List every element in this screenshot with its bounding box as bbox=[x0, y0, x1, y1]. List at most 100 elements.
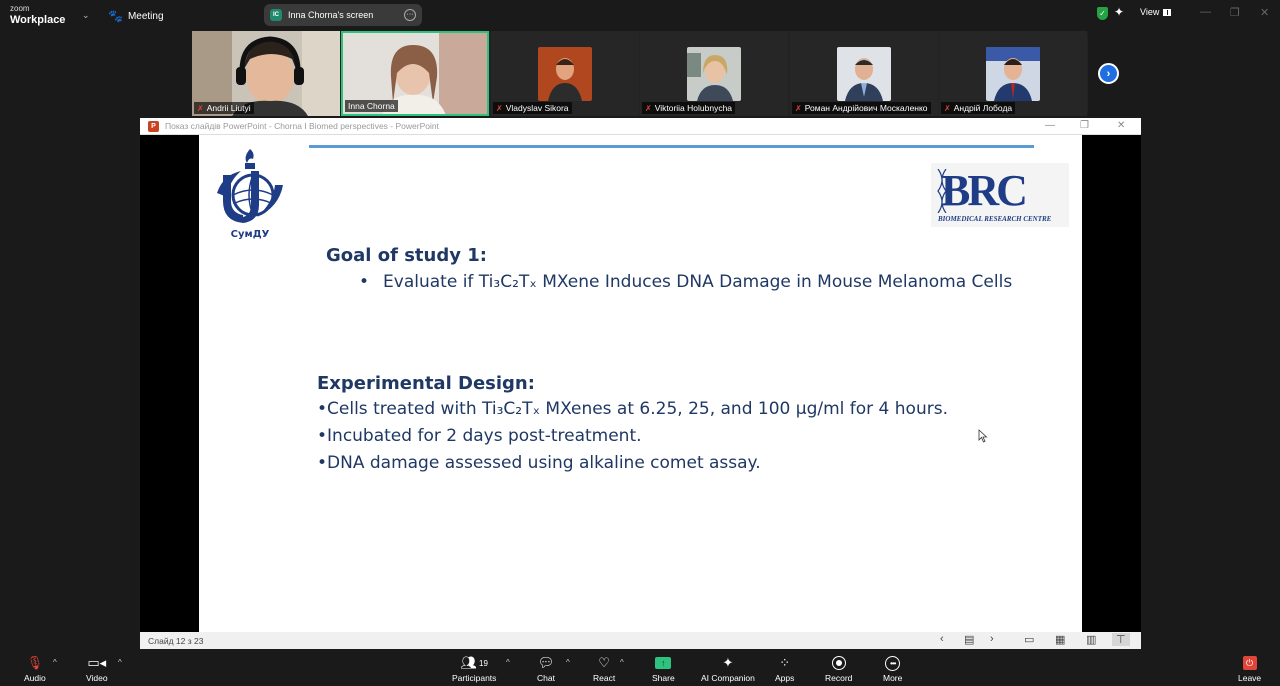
brc-subtitle: BIOMEDICAL RESEARCH CENTRE bbox=[938, 215, 1052, 223]
participant-name: Inna Chorna bbox=[345, 100, 398, 112]
design-heading: Experimental Design: bbox=[317, 373, 535, 394]
participant-tile[interactable]: ✗ Vladyslav Sikora bbox=[491, 31, 639, 116]
brc-logo-text: BRC bbox=[941, 166, 1028, 215]
participants-label: Participants bbox=[452, 673, 497, 683]
ai-companion-button[interactable]: ✦ AI Companion bbox=[701, 654, 755, 683]
slide-top-divider bbox=[309, 145, 1034, 148]
screen-share-indicator[interactable]: IC Inna Chorna's screen ··· bbox=[264, 4, 422, 26]
normal-view-icon[interactable]: ▭ bbox=[1024, 633, 1034, 646]
ppt-title-bar: P Показ слайдів PowerPoint - Chorna I Bi… bbox=[140, 118, 1141, 135]
video-camera-icon: ▭◂ bbox=[87, 655, 107, 670]
record-icon bbox=[831, 656, 846, 670]
brand-top: zoom bbox=[10, 4, 30, 13]
zoom-workplace-logo[interactable]: zoom Workplace bbox=[10, 4, 66, 26]
react-options-caret[interactable]: ^ bbox=[620, 658, 624, 667]
slideshow-view-icon[interactable]: ⊤ bbox=[1112, 633, 1130, 646]
more-options-icon[interactable]: ··· bbox=[404, 9, 416, 21]
participant-name: ✗ Роман Андрійович Москаленко bbox=[792, 102, 931, 114]
slide-canvas: СумДУ BRC BIOMEDICAL RESEARCH CENTRE Goa… bbox=[199, 135, 1082, 632]
record-button[interactable]: Record bbox=[825, 654, 852, 683]
slide-sorter-icon[interactable]: ▦ bbox=[1055, 633, 1065, 646]
ppt-minimize-icon[interactable]: — bbox=[1045, 120, 1055, 131]
zoom-meeting-window: zoom Workplace ⌄ 🐾 Meeting IC Inna Chorn… bbox=[0, 0, 1280, 686]
previous-slide-icon[interactable]: ‹ bbox=[940, 633, 944, 645]
powerpoint-icon: P bbox=[148, 120, 159, 132]
meeting-button[interactable]: 🐾 Meeting bbox=[108, 9, 164, 23]
audio-options-caret[interactable]: ^ bbox=[53, 658, 57, 667]
design-item: •Cells treated with Ti₃C₂Tₓ MXenes at 6.… bbox=[317, 399, 948, 419]
leave-button[interactable]: ⏻ Leave bbox=[1238, 654, 1261, 683]
ai-sparkle-icon[interactable]: ✦ bbox=[1114, 5, 1124, 19]
participant-avatar bbox=[687, 47, 741, 101]
meeting-label: Meeting bbox=[127, 10, 164, 22]
more-button[interactable]: ••• More bbox=[883, 654, 902, 683]
heart-icon: ♡ bbox=[598, 655, 610, 670]
view-label: View bbox=[1140, 7, 1160, 17]
participant-tile[interactable]: ✗ Роман Андрійович Москаленко bbox=[790, 31, 938, 116]
participant-tile[interactable]: ✗ Andrii Liutyi bbox=[192, 31, 340, 116]
chevron-right-icon: › bbox=[1106, 67, 1111, 80]
participant-gallery: ✗ Andrii Liutyi Inna Chorna ✗ Vladyslav Si… bbox=[192, 31, 1088, 116]
close-icon[interactable]: ✕ bbox=[1260, 6, 1269, 19]
participant-avatar bbox=[538, 47, 592, 101]
brc-logo: BRC BIOMEDICAL RESEARCH CENTRE bbox=[931, 163, 1069, 227]
sumdu-caption: СумДУ bbox=[230, 229, 270, 240]
design-item: •DNA damage assessed using alkaline come… bbox=[317, 453, 761, 473]
slide-counter: Слайд 12 з 23 bbox=[148, 635, 204, 646]
slide-menu-icon[interactable]: ▤ bbox=[964, 633, 974, 646]
record-label: Record bbox=[825, 673, 853, 683]
share-button[interactable]: ↑ Share bbox=[652, 654, 675, 683]
goal-bullet: • Evaluate if Ti₃C₂Tₓ MXene Induces DNA D… bbox=[359, 272, 1013, 292]
ppt-close-icon[interactable]: ✕ bbox=[1117, 120, 1125, 131]
mic-muted-icon: ✗ bbox=[645, 103, 652, 113]
participants-icon: 👥︎ bbox=[460, 655, 478, 670]
sumdu-emblem-icon bbox=[217, 149, 283, 223]
leave-label: Leave bbox=[1238, 673, 1262, 683]
react-button[interactable]: ♡ React bbox=[593, 654, 615, 683]
chevron-down-icon[interactable]: ⌄ bbox=[82, 10, 90, 21]
mic-muted-icon: ✗ bbox=[944, 103, 951, 113]
reading-view-icon[interactable]: ▥ bbox=[1086, 633, 1096, 646]
participant-name: ✗ Andrii Liutyi bbox=[194, 102, 254, 114]
share-label: Share bbox=[652, 673, 675, 683]
more-dots-icon: ••• bbox=[885, 655, 901, 671]
participant-tile[interactable]: ✗ Андрій Лобода bbox=[939, 31, 1087, 116]
mic-muted-icon: ✗ bbox=[496, 103, 503, 113]
chat-button[interactable]: 💬︎ Chat bbox=[537, 654, 555, 683]
video-options-caret[interactable]: ^ bbox=[118, 658, 122, 667]
ppt-window-title: Показ слайдів PowerPoint - Chorna I Biom… bbox=[165, 121, 439, 131]
participant-tile-active-speaker[interactable]: Inna Chorna bbox=[341, 31, 489, 116]
chat-label: Chat bbox=[537, 673, 555, 683]
participants-button[interactable]: 👥︎ 19 Participants bbox=[452, 654, 496, 683]
participant-name: ✗ Viktoriia Holubnycha bbox=[642, 102, 736, 114]
audio-button[interactable]: 🎙︎ Audio bbox=[24, 654, 46, 683]
video-label: Video bbox=[86, 673, 108, 683]
participant-avatar bbox=[986, 47, 1040, 101]
mic-muted-icon: ✗ bbox=[795, 103, 802, 113]
minimize-icon[interactable]: — bbox=[1200, 6, 1211, 18]
participant-name: ✗ Vladyslav Sikora bbox=[493, 102, 572, 114]
audio-label: Audio bbox=[24, 673, 46, 683]
participant-tile[interactable]: ✗ Viktoriia Holubnycha bbox=[640, 31, 788, 116]
ppt-status-bar: Слайд 12 з 23 ‹ ▤ › ▭ ▦ ▥ ⊤ bbox=[140, 632, 1141, 649]
security-shield-icon[interactable]: ✓ bbox=[1097, 7, 1108, 20]
react-label: React bbox=[593, 673, 616, 683]
brand-bottom: Workplace bbox=[10, 14, 66, 26]
restore-icon[interactable]: ❐ bbox=[1230, 6, 1240, 19]
gallery-next-page-button[interactable]: › bbox=[1098, 63, 1119, 84]
ai-companion-label: AI Companion bbox=[701, 673, 755, 683]
design-item: •Incubated for 2 days post-treatment. bbox=[317, 426, 642, 446]
paw-icon: 🐾 bbox=[108, 9, 123, 23]
next-slide-icon[interactable]: › bbox=[990, 633, 994, 645]
mouse-cursor-icon bbox=[978, 429, 988, 443]
ppt-restore-icon[interactable]: ❐ bbox=[1080, 120, 1089, 131]
apps-button[interactable]: ⁘ Apps bbox=[775, 654, 794, 683]
leave-icon: ⏻ bbox=[1242, 656, 1257, 670]
participants-options-caret[interactable]: ^ bbox=[506, 658, 510, 667]
screen-share-label: Inna Chorna's screen bbox=[288, 10, 374, 20]
chat-options-caret[interactable]: ^ bbox=[566, 658, 570, 667]
bullet-dot: • bbox=[359, 272, 370, 292]
view-button[interactable]: View bbox=[1140, 7, 1172, 17]
chat-icon: 💬︎ bbox=[537, 655, 555, 670]
video-button[interactable]: ▭◂ Video bbox=[86, 654, 108, 683]
